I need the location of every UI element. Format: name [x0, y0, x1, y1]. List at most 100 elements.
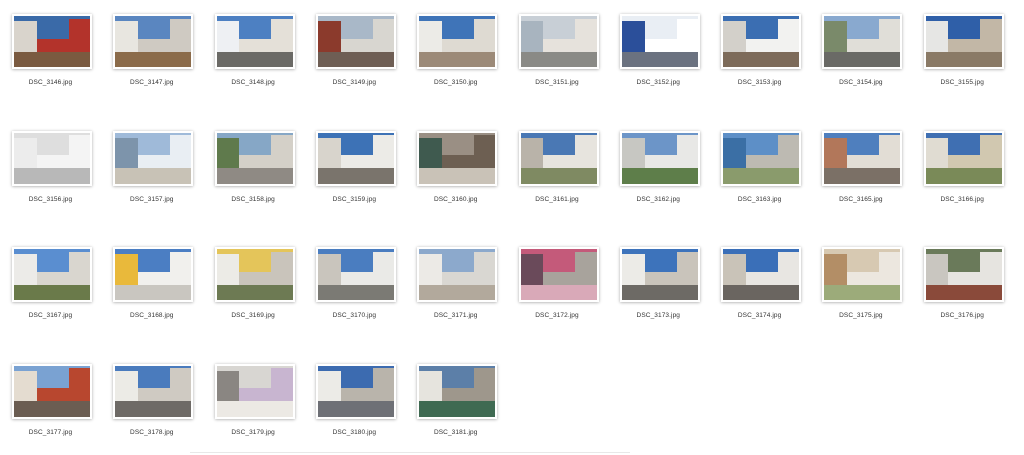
file-name-label[interactable]: DSC_3178.jpg [101, 429, 202, 436]
file-item[interactable]: DSC_3160.jpg [405, 118, 506, 218]
file-name-label[interactable]: DSC_3180.jpg [304, 429, 405, 436]
file-item[interactable]: DSC_3150.jpg [405, 1, 506, 101]
file-name-label[interactable]: DSC_3146.jpg [0, 79, 101, 86]
file-thumbnail[interactable] [113, 247, 194, 302]
file-item[interactable]: DSC_3175.jpg [810, 234, 911, 334]
file-thumbnail[interactable] [12, 363, 92, 419]
file-name-label[interactable]: DSC_3177.jpg [0, 429, 101, 436]
file-thumbnail[interactable] [113, 363, 194, 419]
file-name-label[interactable]: DSC_3157.jpg [101, 196, 202, 203]
file-name-label[interactable]: DSC_3167.jpg [0, 312, 101, 319]
file-thumbnail[interactable] [619, 130, 700, 186]
file-thumbnail[interactable] [417, 130, 498, 186]
file-name-label[interactable]: DSC_3152.jpg [608, 79, 709, 86]
file-name-label[interactable]: DSC_3150.jpg [405, 79, 506, 86]
file-item[interactable]: DSC_3166.jpg [912, 118, 1013, 218]
file-name-label[interactable]: DSC_3159.jpg [304, 196, 405, 203]
file-item[interactable]: DSC_3171.jpg [405, 234, 506, 334]
file-thumbnail[interactable] [518, 130, 599, 186]
file-thumbnail[interactable] [518, 14, 599, 69]
file-name-label[interactable]: DSC_3163.jpg [709, 196, 810, 203]
file-item[interactable]: DSC_3157.jpg [101, 118, 202, 218]
file-thumbnail[interactable] [923, 130, 1004, 186]
file-name-label[interactable]: DSC_3175.jpg [810, 312, 911, 319]
file-name-label[interactable]: DSC_3153.jpg [709, 79, 810, 86]
file-name-label[interactable]: DSC_3174.jpg [709, 312, 810, 319]
file-name-label[interactable]: DSC_3171.jpg [405, 312, 506, 319]
file-name-label[interactable]: DSC_3169.jpg [203, 312, 304, 319]
file-thumbnail[interactable] [214, 363, 295, 419]
file-item[interactable]: DSC_3152.jpg [608, 1, 709, 101]
file-name-label[interactable]: DSC_3158.jpg [203, 196, 304, 203]
file-item[interactable]: DSC_3162.jpg [608, 118, 709, 218]
file-name-label[interactable]: DSC_3179.jpg [203, 429, 304, 436]
file-item[interactable]: DSC_3170.jpg [304, 234, 405, 334]
file-thumbnail[interactable] [417, 14, 498, 69]
file-item[interactable]: DSC_3173.jpg [608, 234, 709, 334]
file-item[interactable]: DSC_3159.jpg [304, 118, 405, 218]
file-item[interactable]: DSC_3178.jpg [101, 351, 202, 451]
file-thumbnail[interactable] [721, 247, 802, 302]
file-name-label[interactable]: DSC_3155.jpg [912, 79, 1013, 86]
file-thumbnail[interactable] [417, 363, 498, 419]
file-name-label[interactable]: DSC_3168.jpg [101, 312, 202, 319]
file-thumbnail[interactable] [315, 247, 396, 302]
file-thumbnail[interactable] [315, 14, 396, 69]
file-item[interactable]: DSC_3167.jpg [0, 234, 101, 334]
file-thumbnail[interactable] [214, 130, 295, 186]
file-item[interactable]: DSC_3168.jpg [101, 234, 202, 334]
file-name-label[interactable]: DSC_3160.jpg [405, 196, 506, 203]
file-name-label[interactable]: DSC_3161.jpg [507, 196, 608, 203]
file-item[interactable]: DSC_3161.jpg [507, 118, 608, 218]
file-thumbnail[interactable] [12, 247, 92, 302]
file-name-label[interactable]: DSC_3151.jpg [507, 79, 608, 86]
file-thumbnail[interactable] [721, 130, 802, 186]
file-item[interactable]: DSC_3147.jpg [101, 1, 202, 101]
file-item[interactable]: DSC_3153.jpg [709, 1, 810, 101]
file-item[interactable]: DSC_3151.jpg [507, 1, 608, 101]
file-item[interactable]: DSC_3174.jpg [709, 234, 810, 334]
file-name-label[interactable]: DSC_3148.jpg [203, 79, 304, 86]
file-thumbnail[interactable] [822, 247, 903, 302]
file-item[interactable]: DSC_3155.jpg [912, 1, 1013, 101]
file-thumbnail[interactable] [619, 14, 700, 69]
file-thumbnail[interactable] [619, 247, 700, 302]
file-name-label[interactable]: DSC_3165.jpg [810, 196, 911, 203]
file-item[interactable]: DSC_3156.jpg [0, 118, 101, 218]
file-thumbnail[interactable] [315, 130, 396, 186]
file-thumbnail[interactable] [822, 130, 903, 186]
file-name-label[interactable]: DSC_3166.jpg [912, 196, 1013, 203]
file-name-label[interactable]: DSC_3147.jpg [101, 79, 202, 86]
file-thumbnail[interactable] [923, 14, 1004, 69]
file-name-label[interactable]: DSC_3173.jpg [608, 312, 709, 319]
file-item[interactable]: DSC_3180.jpg [304, 351, 405, 451]
file-item[interactable]: DSC_3181.jpg [405, 351, 506, 451]
file-item[interactable]: DSC_3179.jpg [203, 351, 304, 451]
file-thumbnail[interactable] [822, 14, 903, 69]
file-thumbnail[interactable] [315, 363, 396, 419]
file-name-label[interactable]: DSC_3176.jpg [912, 312, 1013, 319]
file-name-label[interactable]: DSC_3149.jpg [304, 79, 405, 86]
file-thumbnail[interactable] [12, 14, 92, 69]
file-thumbnail[interactable] [113, 14, 194, 69]
file-name-label[interactable]: DSC_3156.jpg [0, 196, 101, 203]
file-thumbnail[interactable] [113, 130, 194, 186]
file-item[interactable]: DSC_3163.jpg [709, 118, 810, 218]
file-thumbnail[interactable] [214, 14, 295, 69]
file-item[interactable]: DSC_3149.jpg [304, 1, 405, 101]
file-thumbnail[interactable] [214, 247, 295, 302]
file-name-label[interactable]: DSC_3154.jpg [810, 79, 911, 86]
file-item[interactable]: DSC_3146.jpg [0, 1, 101, 101]
file-thumbnail[interactable] [518, 247, 599, 302]
file-name-label[interactable]: DSC_3170.jpg [304, 312, 405, 319]
file-item[interactable]: DSC_3177.jpg [0, 351, 101, 451]
file-name-label[interactable]: DSC_3181.jpg [405, 429, 506, 436]
file-thumbnail[interactable] [12, 130, 92, 186]
file-item[interactable]: DSC_3158.jpg [203, 118, 304, 218]
file-name-label[interactable]: DSC_3172.jpg [507, 312, 608, 319]
file-item[interactable]: DSC_3154.jpg [810, 1, 911, 101]
file-name-label[interactable]: DSC_3162.jpg [608, 196, 709, 203]
file-thumbnail[interactable] [417, 247, 498, 302]
file-thumbnail[interactable] [923, 247, 1004, 302]
file-thumbnail[interactable] [721, 14, 802, 69]
